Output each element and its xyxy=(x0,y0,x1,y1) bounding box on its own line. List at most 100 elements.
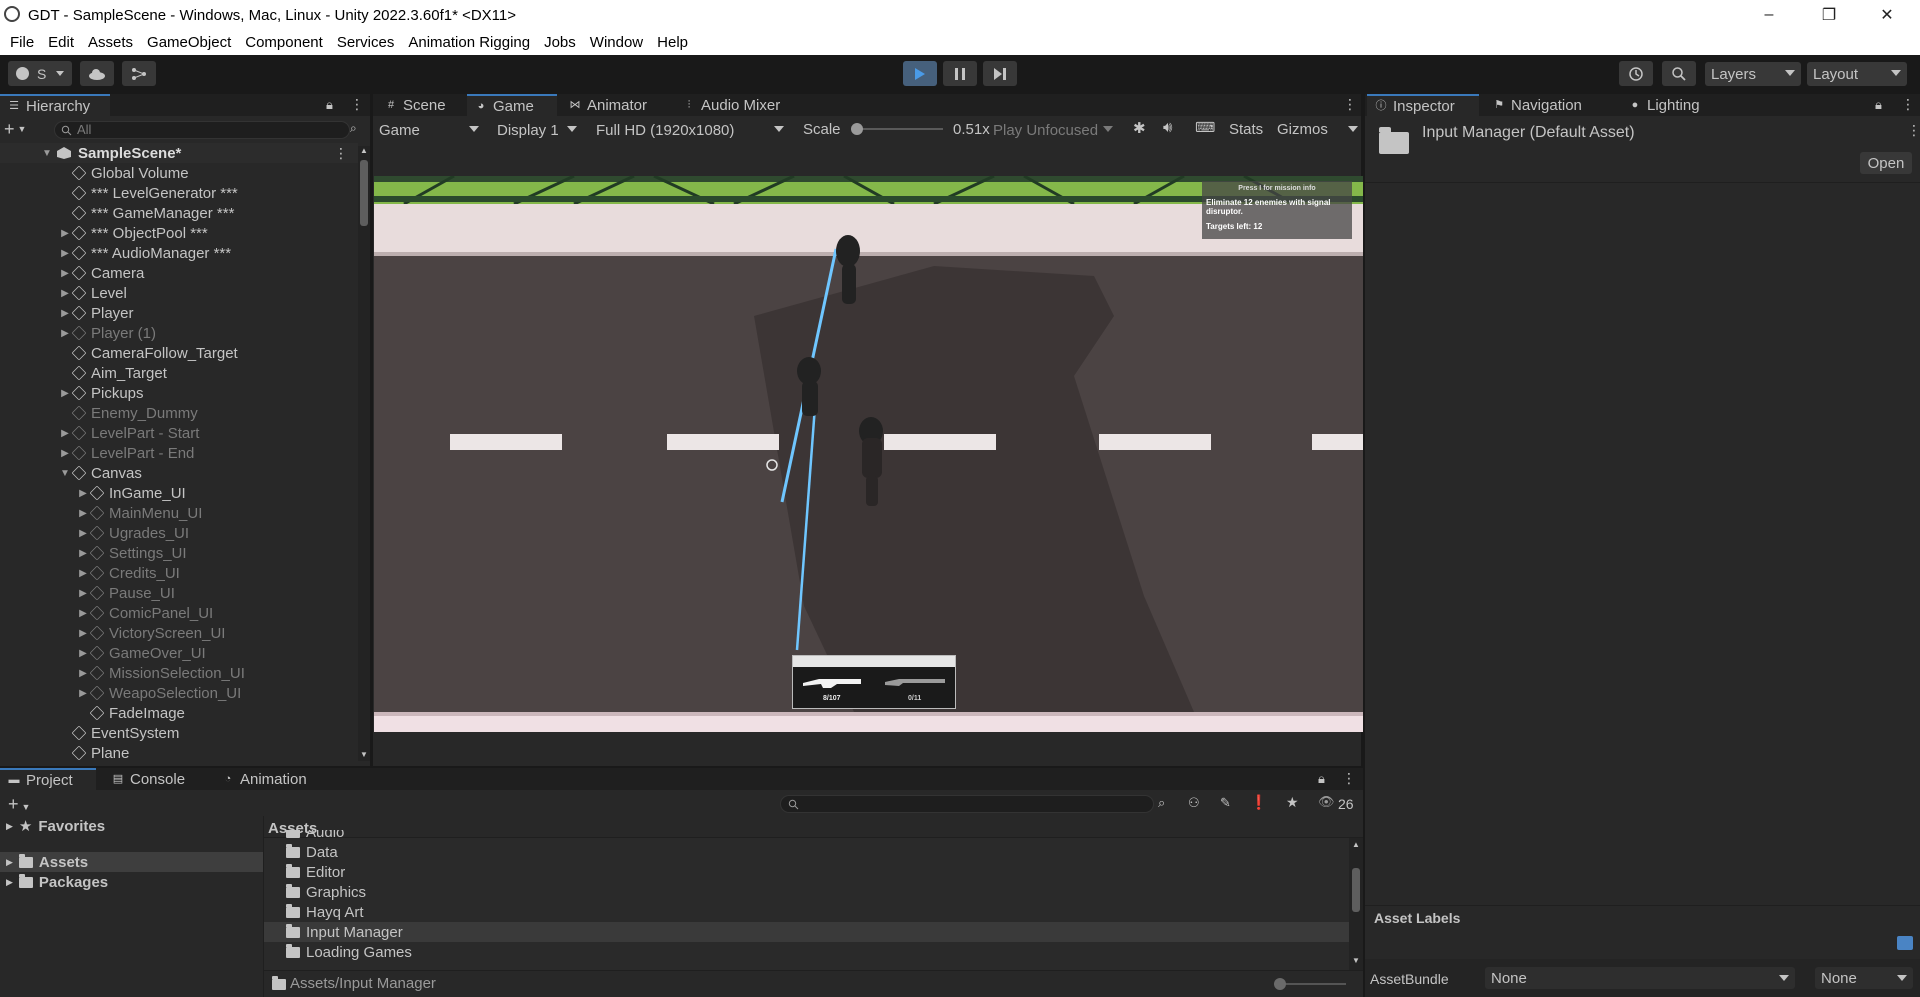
close-button[interactable]: ✕ xyxy=(1864,0,1910,30)
game-mode-dropdown[interactable]: Game xyxy=(373,118,485,142)
resolution-dropdown[interactable]: Full HD (1920x1080) xyxy=(590,118,790,142)
hierarchy-item[interactable]: ▶ MissionSelection_UI xyxy=(0,663,245,683)
fold-closed-icon[interactable]: ▶ xyxy=(76,588,90,599)
fold-closed-icon[interactable]: ▶ xyxy=(76,668,90,679)
tree-packages[interactable]: ▶ Packages xyxy=(6,872,108,892)
hierarchy-item[interactable]: ▶ ComicPanel_UI xyxy=(0,603,213,623)
project-folder-item[interactable]: Hayq Art xyxy=(264,902,1349,922)
kebab-menu-icon[interactable]: ⋮ xyxy=(1342,770,1356,787)
undo-history-button[interactable] xyxy=(1619,61,1653,86)
hierarchy-item[interactable]: ▶ LevelPart - End xyxy=(0,443,194,463)
scroll-up-icon[interactable]: ▲ xyxy=(1352,840,1360,849)
hierarchy-item[interactable]: Plane xyxy=(0,743,129,763)
maximize-button[interactable]: ❐ xyxy=(1806,0,1852,30)
filter-by-type-icon[interactable]: ⚇ xyxy=(1188,795,1200,811)
project-scrollbar[interactable]: ▲ ▼ xyxy=(1349,838,1363,970)
fold-closed-icon[interactable]: ▶ xyxy=(76,508,90,519)
tab-project[interactable]: ▬ Project xyxy=(0,768,96,790)
open-button[interactable]: Open xyxy=(1860,152,1912,174)
kebab-menu-icon[interactable]: ⋮ xyxy=(1343,96,1357,113)
display-dropdown[interactable]: Display 1 xyxy=(491,118,583,142)
project-folder-item[interactable]: Data xyxy=(264,842,1349,862)
menu-gameobject[interactable]: GameObject xyxy=(147,34,231,51)
fold-closed-icon[interactable]: ▶ xyxy=(76,568,90,579)
project-folder-item[interactable]: Loading Games xyxy=(264,942,1349,962)
fold-closed-icon[interactable]: ▶ xyxy=(58,308,72,319)
label-filter-icon[interactable]: ✎ xyxy=(1220,795,1231,811)
fold-closed-icon[interactable]: ▶ xyxy=(6,877,13,888)
fold-closed-icon[interactable]: ▶ xyxy=(58,268,72,279)
hierarchy-item[interactable]: ▶ WeapoSelection_UI xyxy=(0,683,241,703)
menu-help[interactable]: Help xyxy=(657,34,688,51)
stats-button[interactable]: Stats xyxy=(1229,121,1263,138)
hierarchy-item[interactable]: Aim_Target xyxy=(0,363,167,383)
hierarchy-item[interactable]: ▶ MainMenu_UI xyxy=(0,503,202,523)
layout-dropdown[interactable]: Layout xyxy=(1807,62,1907,86)
speaker-icon[interactable]: 🔊︎ xyxy=(1163,119,1172,136)
add-object-button[interactable]: + ▼ xyxy=(4,119,34,139)
minimize-button[interactable]: – xyxy=(1746,0,1792,30)
tab-console[interactable]: ▤ Console xyxy=(104,768,204,790)
hierarchy-item[interactable]: ▶ Pickups xyxy=(0,383,143,403)
icon-size-slider-thumb[interactable] xyxy=(1274,978,1286,990)
menu-component[interactable]: Component xyxy=(245,34,323,51)
lock-icon[interactable]: 🔒︎ xyxy=(1318,771,1325,787)
tab-audio-mixer[interactable]: ⫶ Audio Mixer xyxy=(675,94,805,116)
fold-closed-icon[interactable]: ▶ xyxy=(58,388,72,399)
hierarchy-item[interactable]: ▼ Canvas xyxy=(0,463,142,483)
cloud-button[interactable] xyxy=(80,61,114,86)
fold-closed-icon[interactable]: ▶ xyxy=(58,248,72,259)
create-asset-button[interactable]: + ▼ xyxy=(8,794,30,815)
hierarchy-item[interactable]: EventSystem xyxy=(0,723,179,743)
tree-assets[interactable]: ▶ Assets xyxy=(0,852,263,872)
fold-closed-icon[interactable]: ▶ xyxy=(76,688,90,699)
fold-closed-icon[interactable]: ▶ xyxy=(76,648,90,659)
fold-closed-icon[interactable]: ▶ xyxy=(76,528,90,539)
kebab-menu-icon[interactable]: ⋮ xyxy=(334,145,348,162)
scroll-down-icon[interactable]: ▼ xyxy=(1352,956,1360,965)
hierarchy-item[interactable]: ▶ VictoryScreen_UI xyxy=(0,623,225,643)
fold-closed-icon[interactable]: ▶ xyxy=(76,548,90,559)
keyboard-icon[interactable]: ⌨ xyxy=(1195,119,1215,136)
hierarchy-item[interactable]: ▶ Level xyxy=(0,283,127,303)
hierarchy-item[interactable]: ▶ Player (1) xyxy=(0,323,156,343)
fold-closed-icon[interactable]: ▶ xyxy=(58,228,72,239)
play-focus-dropdown[interactable]: Play Unfocused xyxy=(987,118,1119,142)
hierarchy-item[interactable]: ▶ InGame_UI xyxy=(0,483,186,503)
step-button[interactable] xyxy=(983,61,1017,86)
hierarchy-item[interactable]: Global Volume xyxy=(0,163,189,183)
hierarchy-item[interactable]: ▶ Credits_UI xyxy=(0,563,180,583)
fold-closed-icon[interactable]: ▶ xyxy=(58,428,72,439)
hierarchy-scroll-thumb[interactable] xyxy=(360,160,368,226)
hierarchy-item[interactable]: ▶ *** ObjectPool *** xyxy=(0,223,208,243)
menu-window[interactable]: Window xyxy=(590,34,643,51)
menu-file[interactable]: File xyxy=(10,34,34,51)
scroll-up-icon[interactable]: ▲ xyxy=(360,146,368,155)
fold-closed-icon[interactable]: ▶ xyxy=(58,288,72,299)
fold-closed-icon[interactable]: ▶ xyxy=(58,328,72,339)
scale-slider[interactable] xyxy=(851,123,943,135)
scroll-down-icon[interactable]: ▼ xyxy=(360,750,368,759)
fold-open-icon[interactable]: ▼ xyxy=(40,148,54,159)
search-by-type-icon[interactable]: ⌕ xyxy=(1158,795,1165,811)
menu-services[interactable]: Services xyxy=(337,34,395,51)
project-folder-item[interactable]: Editor xyxy=(264,862,1349,882)
project-folder-item[interactable]: Audio xyxy=(264,830,1349,842)
version-control-button[interactable] xyxy=(122,61,156,86)
account-dropdown[interactable]: S xyxy=(8,61,72,86)
icon-size-slider[interactable] xyxy=(1274,978,1346,990)
tab-game[interactable]: ◕ Game xyxy=(467,94,557,116)
tab-animation[interactable]: ◔ Animation xyxy=(214,768,334,790)
hidden-packages-icon[interactable]: 👁︎ xyxy=(1318,794,1335,810)
scale-slider-thumb[interactable] xyxy=(851,123,863,135)
hierarchy-scrollbar[interactable]: ▲ ▼ xyxy=(358,146,370,761)
hierarchy-item[interactable]: ▶ GameOver_UI xyxy=(0,643,206,663)
project-search-input[interactable] xyxy=(780,795,1154,813)
tab-lighting[interactable]: ● Lighting xyxy=(1621,94,1731,116)
tab-scene[interactable]: # Scene xyxy=(377,94,465,116)
menu-edit[interactable]: Edit xyxy=(48,34,74,51)
tab-hierarchy[interactable]: ☰ Hierarchy xyxy=(0,94,110,116)
tab-animator[interactable]: ⋈ Animator xyxy=(561,94,671,116)
kebab-menu-icon[interactable]: ⋮ xyxy=(1907,122,1920,139)
hierarchy-item[interactable]: *** LevelGenerator *** xyxy=(0,183,238,203)
